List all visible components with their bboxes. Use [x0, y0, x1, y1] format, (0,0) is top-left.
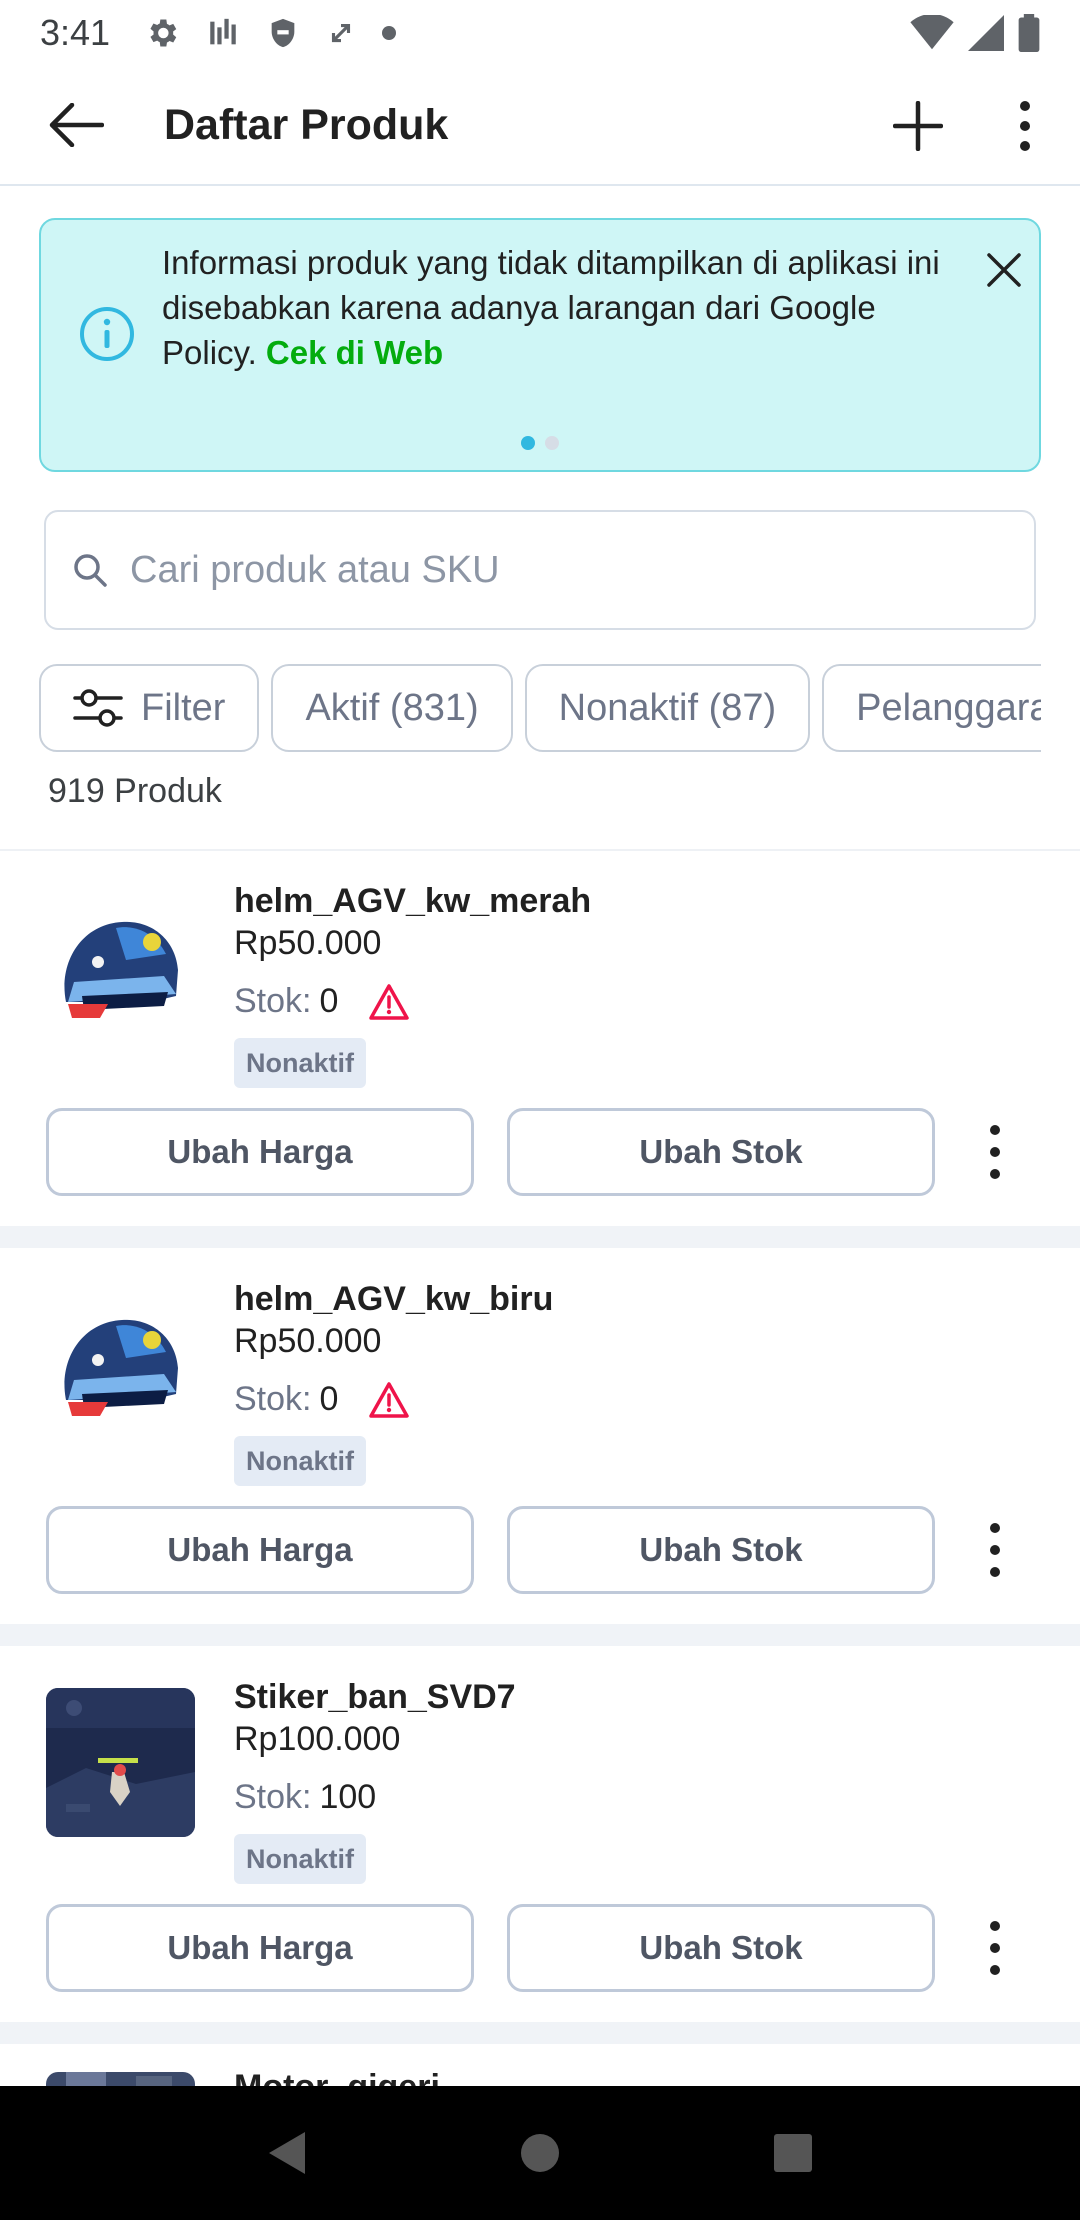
edit-price-button[interactable]: Ubah Harga — [46, 1108, 474, 1196]
battery-icon — [1018, 14, 1040, 52]
edit-stock-button[interactable]: Ubah Stok — [507, 1108, 935, 1196]
shield-icon — [271, 18, 295, 48]
card-separator — [0, 2022, 1080, 2044]
back-triangle-icon[interactable] — [267, 2130, 307, 2176]
gear-icon — [150, 19, 177, 47]
kebab-menu-icon — [1020, 101, 1030, 151]
product-card[interactable]: Stiker_ban_SVD7 Rp100.000 Stok: 100 Nona… — [0, 1648, 1080, 2022]
warning-icon — [369, 983, 410, 1020]
stock-label: Stok: — [234, 982, 312, 1020]
card-separator — [0, 1624, 1080, 1646]
filter-chip[interactable]: Filter — [39, 664, 260, 752]
filter-chip-label: Filter — [141, 686, 226, 729]
app-bar: Daftar Produk — [0, 66, 1080, 186]
status-right — [910, 14, 1040, 52]
product-image — [46, 1290, 195, 1439]
stock-label: Stok: — [234, 1380, 312, 1418]
search-bar[interactable] — [44, 510, 1036, 630]
product-image — [46, 1688, 195, 1837]
list-divider — [0, 849, 1080, 851]
filter-chips: Filter Aktif (831) Nonaktif (87) Pelangg… — [39, 664, 1041, 754]
product-count: 919 Produk — [48, 772, 222, 810]
product-image — [46, 892, 195, 1041]
stock-value: 0 — [319, 1380, 339, 1418]
more-options-button[interactable] — [1000, 88, 1050, 164]
edit-price-button[interactable]: Ubah Harga — [46, 1904, 474, 1992]
product-card[interactable]: helm_AGV_kw_biru Rp50.000 Stok: 0 Nonakt… — [0, 1250, 1080, 1624]
kebab-menu-icon — [990, 1921, 1000, 1975]
kebab-menu-icon — [990, 1523, 1000, 1577]
home-circle-icon[interactable] — [520, 2133, 560, 2173]
check-web-link[interactable]: Cek di Web — [266, 334, 443, 371]
active-chip[interactable]: Aktif (831) — [271, 664, 513, 752]
info-icon — [80, 307, 134, 361]
street-scene-image — [46, 2072, 195, 2086]
sync-icon — [332, 23, 351, 43]
helmet-image — [64, 921, 178, 1018]
product-stock: Stok: 0 — [234, 1380, 410, 1419]
signal-bars-icon — [210, 18, 236, 45]
product-more-button[interactable] — [975, 1116, 1015, 1188]
inactive-chip[interactable]: Nonaktif (87) — [524, 664, 811, 752]
status-badge: Nonaktif — [234, 1436, 366, 1486]
stock-value: 100 — [319, 1778, 377, 1816]
kebab-menu-icon — [990, 1125, 1000, 1179]
cell-signal-icon — [968, 15, 1004, 51]
info-banner: Informasi produk yang tidak ditampilkan … — [39, 218, 1041, 472]
edit-stock-button[interactable]: Ubah Stok — [507, 1904, 935, 1992]
system-nav-bar — [0, 2086, 1080, 2220]
product-price: Rp100.000 — [234, 1720, 401, 1758]
dot-icon — [382, 26, 397, 40]
product-price: Rp50.000 — [234, 924, 382, 962]
add-product-button[interactable] — [880, 88, 956, 164]
edit-price-button[interactable]: Ubah Harga — [46, 1506, 474, 1594]
product-name: Stiker_ban_SVD7 — [234, 1678, 516, 1716]
game-scene-image — [46, 1688, 195, 1837]
status-badge: Nonaktif — [234, 1038, 366, 1088]
violation-chip[interactable]: Pelanggaran — [822, 664, 1041, 752]
page-title: Daftar Produk — [164, 100, 449, 149]
recents-square-icon[interactable] — [773, 2133, 813, 2173]
status-time: 3:41 — [40, 12, 111, 53]
status-icons — [144, 15, 397, 51]
product-name: helm_AGV_kw_biru — [234, 1280, 554, 1318]
product-stock: Stok: 100 — [234, 1778, 376, 1817]
plus-icon — [893, 101, 943, 151]
helmet-image — [64, 1319, 178, 1416]
status-bar: 3:41 — [0, 0, 1080, 66]
product-image — [46, 2072, 195, 2086]
stock-value: 0 — [319, 982, 339, 1020]
product-more-button[interactable] — [975, 1912, 1015, 1984]
arrow-left-icon — [49, 103, 104, 147]
page-dot — [545, 436, 559, 450]
banner-pagination — [521, 436, 559, 450]
close-banner-button[interactable] — [976, 242, 1032, 298]
edit-stock-button[interactable]: Ubah Stok — [507, 1506, 935, 1594]
status-badge: Nonaktif — [234, 1834, 366, 1884]
card-separator — [0, 1226, 1080, 1248]
stock-label: Stok: — [234, 1778, 312, 1816]
back-button[interactable] — [38, 87, 114, 163]
product-card[interactable]: Motor_gigeri — [0, 2046, 1080, 2086]
banner-text: Informasi produk yang tidak ditampilkan … — [162, 240, 962, 375]
page-dot-active — [521, 436, 535, 450]
wifi-icon — [910, 15, 954, 50]
search-input[interactable] — [130, 548, 980, 592]
product-card[interactable]: helm_AGV_kw_merah Rp50.000 Stok: 0 Nonak… — [0, 852, 1080, 1226]
product-name: Motor_gigeri — [234, 2068, 440, 2086]
warning-icon — [369, 1381, 410, 1418]
close-icon — [987, 253, 1021, 287]
product-price: Rp50.000 — [234, 1322, 382, 1360]
filter-sliders-icon — [73, 689, 123, 727]
product-stock: Stok: 0 — [234, 982, 410, 1021]
product-name: helm_AGV_kw_merah — [234, 882, 592, 920]
search-icon — [74, 554, 107, 587]
product-more-button[interactable] — [975, 1514, 1015, 1586]
